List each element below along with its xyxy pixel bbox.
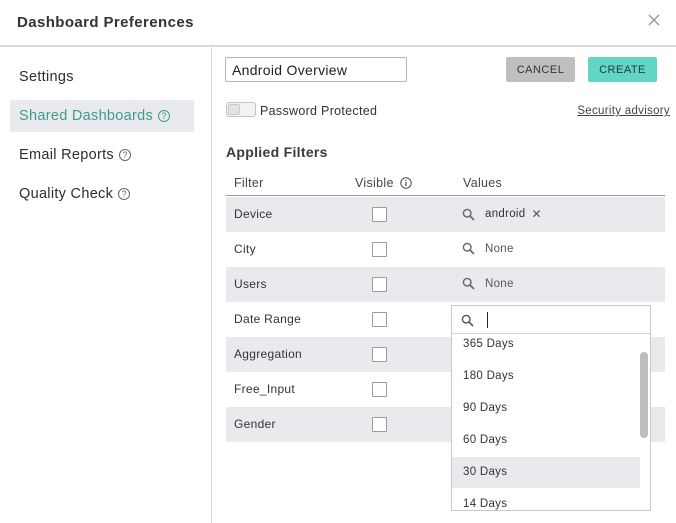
dropdown-options: 365 Days 180 Days 90 Days 60 Days 30 Day… — [452, 335, 640, 511]
search-icon — [462, 242, 475, 255]
option-365-days[interactable]: 365 Days — [452, 335, 640, 360]
filter-value[interactable]: android ✕ — [462, 207, 542, 221]
password-protected-label: Password Protected — [260, 104, 378, 118]
sidebar: Settings Shared Dashboards ? Email Repor… — [0, 47, 212, 523]
column-header-visible-label: Visible — [355, 176, 394, 190]
sidebar-item-label: Quality Check — [19, 186, 114, 202]
filter-name: Gender — [234, 417, 276, 431]
value-placeholder: None — [485, 277, 514, 290]
filter-value[interactable]: None — [462, 277, 514, 290]
visible-checkbox[interactable] — [372, 417, 387, 432]
main-panel: CANCEL CREATE Password Protected Securit… — [213, 47, 676, 523]
text-cursor — [487, 312, 488, 328]
dialog-title: Dashboard Preferences — [17, 14, 194, 31]
option-90-days[interactable]: 90 Days — [452, 393, 640, 424]
filter-value[interactable]: None — [462, 242, 514, 255]
option-180-days[interactable]: 180 Days — [452, 361, 640, 392]
value-placeholder: None — [485, 242, 514, 255]
column-header-values: Values — [463, 176, 503, 190]
filter-name: Free_Input — [234, 382, 296, 396]
sidebar-item-label: Settings — [19, 69, 74, 85]
visible-checkbox[interactable] — [372, 207, 387, 222]
visible-checkbox[interactable] — [372, 347, 387, 362]
visible-checkbox[interactable] — [372, 242, 387, 257]
create-button[interactable]: CREATE — [588, 57, 657, 82]
filter-name: Date Range — [234, 312, 302, 326]
search-icon — [462, 208, 475, 221]
applied-filters-title: Applied Filters — [226, 144, 328, 160]
dropdown-search[interactable] — [452, 306, 650, 334]
dropdown-scrollbar[interactable] — [640, 352, 648, 438]
dropdown-search-input[interactable] — [482, 310, 632, 330]
sidebar-item-quality-check[interactable]: Quality Check ? — [10, 178, 194, 210]
sidebar-item-label: Shared Dashboards — [19, 108, 154, 124]
password-protected-toggle[interactable] — [226, 102, 256, 117]
remove-value-icon[interactable]: ✕ — [531, 207, 541, 221]
option-30-days[interactable]: 30 Days — [452, 457, 640, 488]
filter-name: City — [234, 242, 256, 256]
date-range-dropdown[interactable]: 365 Days 180 Days 90 Days 60 Days 30 Day… — [451, 305, 651, 511]
sidebar-item-email-reports[interactable]: Email Reports ? — [10, 139, 194, 171]
info-icon[interactable] — [400, 177, 412, 189]
dashboard-name-input[interactable] — [225, 57, 407, 82]
search-icon — [462, 277, 475, 290]
filter-name: Device — [234, 207, 273, 221]
cancel-button[interactable]: CANCEL — [506, 57, 575, 82]
sidebar-item-label: Email Reports — [19, 147, 114, 163]
value-chip: android — [485, 208, 526, 220]
column-header-visible: Visible — [355, 176, 412, 190]
header-divider — [226, 195, 665, 196]
sidebar-item-settings[interactable]: Settings — [10, 61, 194, 93]
help-icon[interactable]: ? — [158, 110, 171, 122]
visible-checkbox[interactable] — [372, 312, 387, 327]
option-60-days[interactable]: 60 Days — [452, 425, 640, 456]
table-row: Users None — [226, 267, 665, 302]
sidebar-item-shared-dashboards[interactable]: Shared Dashboards ? — [10, 100, 194, 132]
column-header-filter: Filter — [234, 176, 264, 190]
dialog-header: Dashboard Preferences — [0, 0, 676, 47]
help-icon[interactable]: ? — [118, 188, 131, 200]
option-14-days[interactable]: 14 Days — [452, 489, 640, 511]
help-icon[interactable]: ? — [118, 149, 131, 161]
search-icon — [461, 314, 474, 327]
table-row: City None — [226, 232, 665, 267]
toggle-knob — [228, 104, 240, 115]
close-icon[interactable] — [646, 12, 662, 28]
security-advisory-link[interactable]: Security advisory — [577, 105, 670, 117]
visible-checkbox[interactable] — [372, 277, 387, 292]
filter-name: Users — [234, 277, 267, 291]
visible-checkbox[interactable] — [372, 382, 387, 397]
filter-name: Aggregation — [234, 347, 303, 361]
table-row: Device android ✕ — [226, 197, 665, 232]
